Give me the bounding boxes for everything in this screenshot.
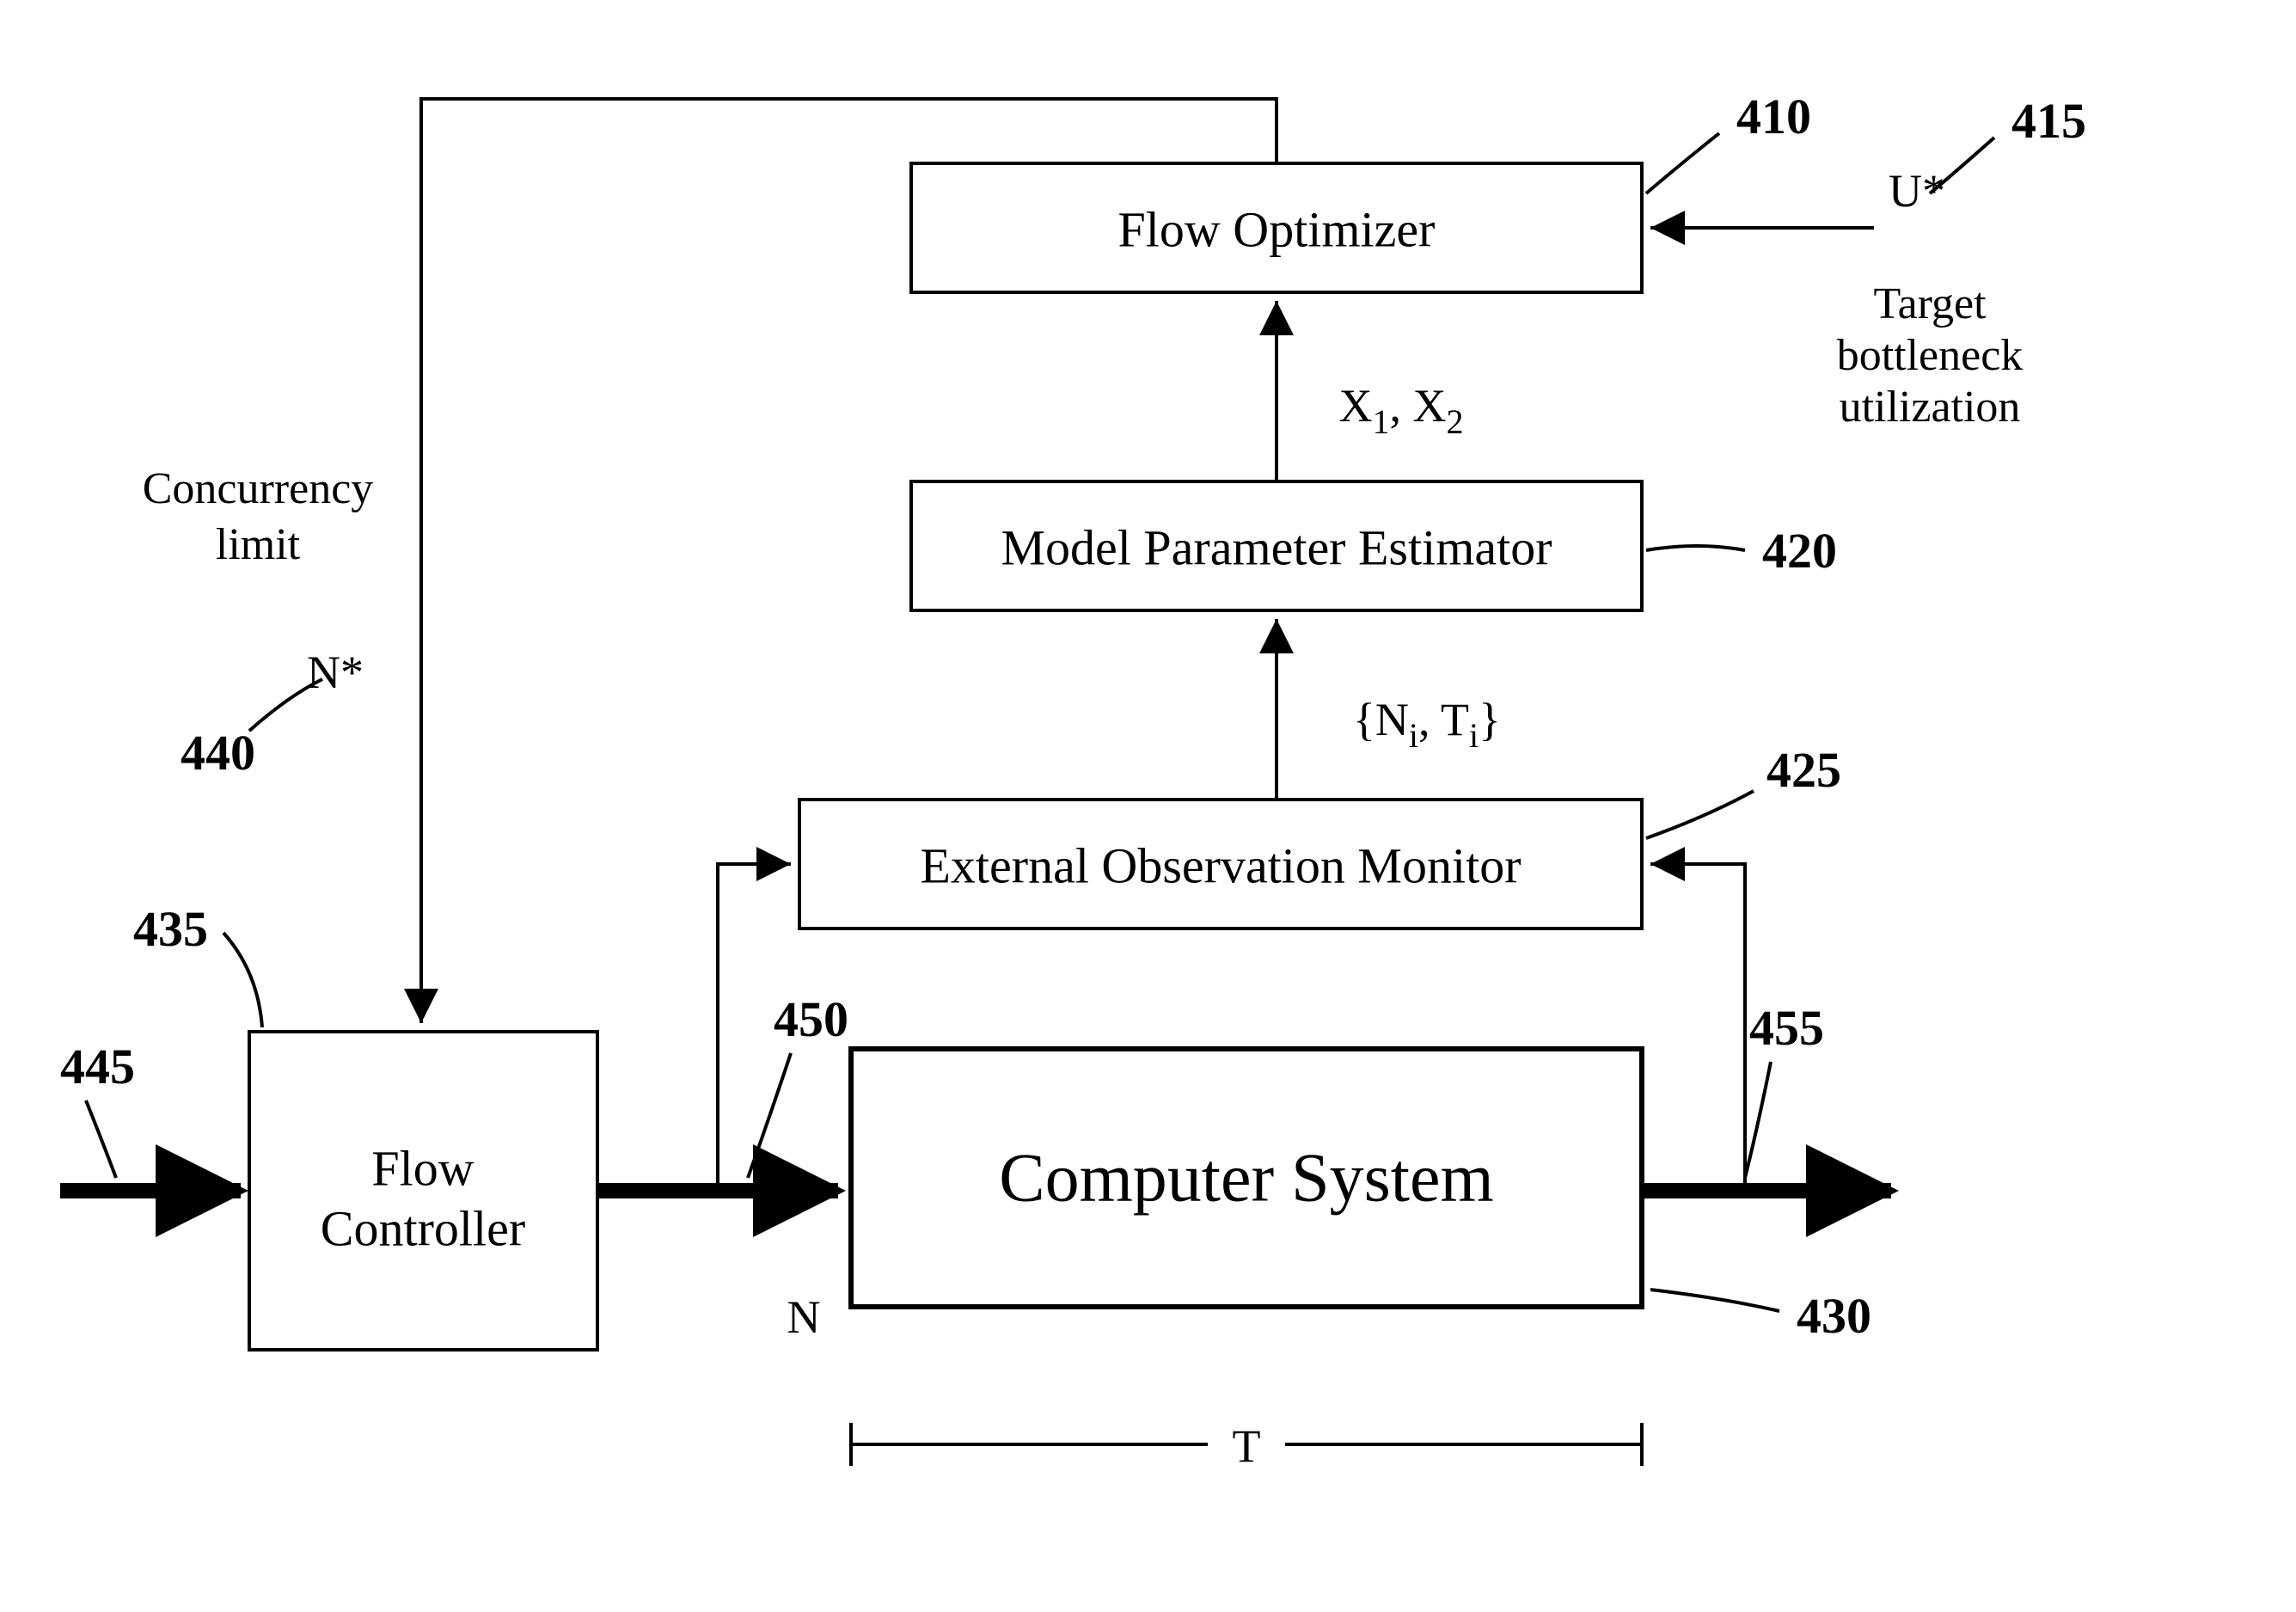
signal-ustar: U* [1889,165,1945,217]
flow-control-diagram: Flow Optimizer Model Parameter Estimator… [0,0,2296,1612]
leader-430 [1650,1290,1779,1311]
ref-415: 415 [2011,93,2086,149]
flow-controller-label-1: Flow [371,1140,474,1196]
ref-455: 455 [1749,1000,1824,1056]
leader-450 [748,1053,791,1178]
annotation-concurrency-1: Concurrency [143,464,374,513]
computer-system-label: Computer System [999,1140,1494,1216]
leader-455 [1745,1062,1771,1178]
ref-410: 410 [1736,89,1811,144]
ref-445: 445 [60,1039,135,1094]
leader-425 [1646,791,1754,838]
leader-445 [86,1100,116,1178]
model-param-estimator-label: Model Parameter Estimator [1001,519,1552,575]
ref-425: 425 [1766,742,1841,798]
leader-435 [223,933,262,1027]
ref-450: 450 [774,991,848,1047]
annotation-target-2: bottleneck [1837,331,2024,380]
annotation-concurrency-2: limit [216,520,301,569]
ref-435: 435 [133,901,208,957]
signal-x1x2: X1, X2 [1339,380,1464,441]
signal-N: N [787,1291,821,1343]
signal-nstar: N* [307,647,364,698]
annotation-target-3: utilization [1840,383,2021,432]
flow-controller-label-2: Controller [321,1200,525,1256]
flow-optimizer-label: Flow Optimizer [1118,201,1436,257]
annotation-target-1: Target [1873,279,1987,328]
leader-440 [249,679,322,731]
signal-T: T [1233,1420,1261,1472]
tap-455-to-eom [1650,864,1745,1191]
signal-niti: {Ni, Ti} [1353,694,1501,755]
external-obs-monitor-label: External Observation Monitor [920,837,1521,893]
ref-430: 430 [1797,1288,1871,1344]
ref-440: 440 [181,725,255,781]
leader-410 [1646,133,1719,193]
leader-420 [1646,546,1745,550]
ref-420: 420 [1762,523,1837,579]
